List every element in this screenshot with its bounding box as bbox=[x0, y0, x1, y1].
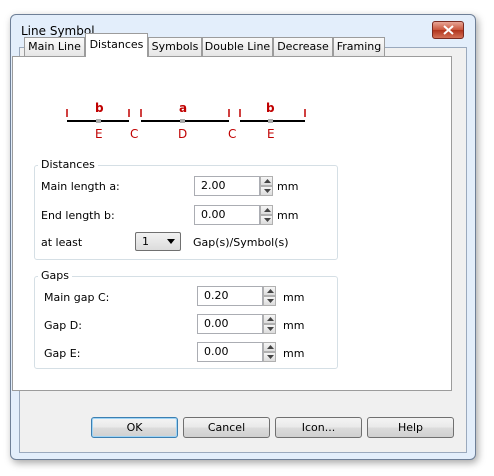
main-length-label: Main length a: bbox=[41, 180, 120, 193]
gap-e-unit: mm bbox=[283, 347, 305, 360]
help-button[interactable]: Help bbox=[367, 417, 454, 438]
diagram-label-c-left: C bbox=[130, 127, 139, 141]
main-gap-input[interactable]: 0.20 bbox=[197, 286, 263, 306]
spin-down-icon bbox=[267, 355, 274, 359]
spin-down-icon bbox=[267, 299, 274, 303]
gaps-symbols-label: Gap(s)/Symbol(s) bbox=[193, 236, 289, 249]
diagram-label-b-left: b bbox=[95, 101, 104, 115]
cancel-button[interactable]: Cancel bbox=[183, 417, 270, 438]
ok-button[interactable]: OK bbox=[91, 417, 178, 438]
end-length-spinner[interactable] bbox=[260, 205, 273, 225]
end-length-label: End length b: bbox=[41, 209, 115, 222]
at-least-value: 1 bbox=[142, 235, 149, 248]
window-title: Line Symbol bbox=[21, 24, 95, 38]
tab-double-line[interactable]: Double Line bbox=[202, 37, 273, 56]
diagram-label-a: a bbox=[179, 101, 188, 115]
main-length-input[interactable]: 2.00 bbox=[194, 176, 260, 196]
tab-decrease[interactable]: Decrease bbox=[273, 37, 333, 56]
spin-up-icon bbox=[267, 317, 274, 321]
diagram-label-d: D bbox=[178, 127, 188, 141]
tab-framing[interactable]: Framing bbox=[333, 37, 385, 56]
gap-d-spinner[interactable] bbox=[263, 314, 276, 334]
tab-symbols[interactable]: Symbols bbox=[148, 37, 202, 56]
end-length-input[interactable]: 0.00 bbox=[194, 205, 260, 225]
gap-d-label: Gap D: bbox=[44, 319, 82, 332]
close-icon bbox=[443, 25, 454, 35]
spin-up-icon bbox=[264, 179, 271, 183]
icon-button[interactable]: Icon... bbox=[275, 417, 362, 438]
gap-e-label: Gap E: bbox=[44, 347, 81, 360]
tab-panel-distances: b a b E C D C E Distances Main length a:… bbox=[12, 56, 452, 391]
diagram-label-e-right: E bbox=[267, 127, 275, 141]
diagram-label-c-right: C bbox=[228, 127, 237, 141]
main-gap-unit: mm bbox=[283, 291, 305, 304]
gap-e-input[interactable]: 0.00 bbox=[197, 342, 263, 362]
main-length-spinner[interactable] bbox=[260, 176, 273, 196]
end-length-unit: mm bbox=[277, 209, 299, 222]
main-length-unit: mm bbox=[277, 180, 299, 193]
diagram-label-b-right: b bbox=[266, 101, 275, 115]
chevron-down-icon bbox=[167, 239, 175, 244]
spin-down-icon bbox=[264, 189, 271, 193]
gap-d-unit: mm bbox=[283, 319, 305, 332]
spin-down-icon bbox=[267, 327, 274, 331]
gap-e-spinner[interactable] bbox=[263, 342, 276, 362]
tab-main-line[interactable]: Main Line bbox=[24, 37, 85, 56]
spin-up-icon bbox=[267, 345, 274, 349]
spin-down-icon bbox=[264, 218, 271, 222]
at-least-label: at least bbox=[41, 236, 83, 249]
spin-up-icon bbox=[267, 289, 274, 293]
main-gap-spinner[interactable] bbox=[263, 286, 276, 306]
close-button[interactable] bbox=[432, 21, 464, 39]
at-least-select[interactable]: 1 bbox=[135, 232, 181, 251]
gap-d-input[interactable]: 0.00 bbox=[197, 314, 263, 334]
line-symbol-diagram bbox=[66, 109, 306, 123]
diagram-label-e-left: E bbox=[95, 127, 103, 141]
distances-group-title: Distances bbox=[38, 158, 98, 171]
tab-distances[interactable]: Distances bbox=[85, 33, 148, 57]
spin-up-icon bbox=[264, 208, 271, 212]
main-gap-label: Main gap C: bbox=[44, 291, 110, 304]
gaps-group-title: Gaps bbox=[38, 269, 72, 282]
